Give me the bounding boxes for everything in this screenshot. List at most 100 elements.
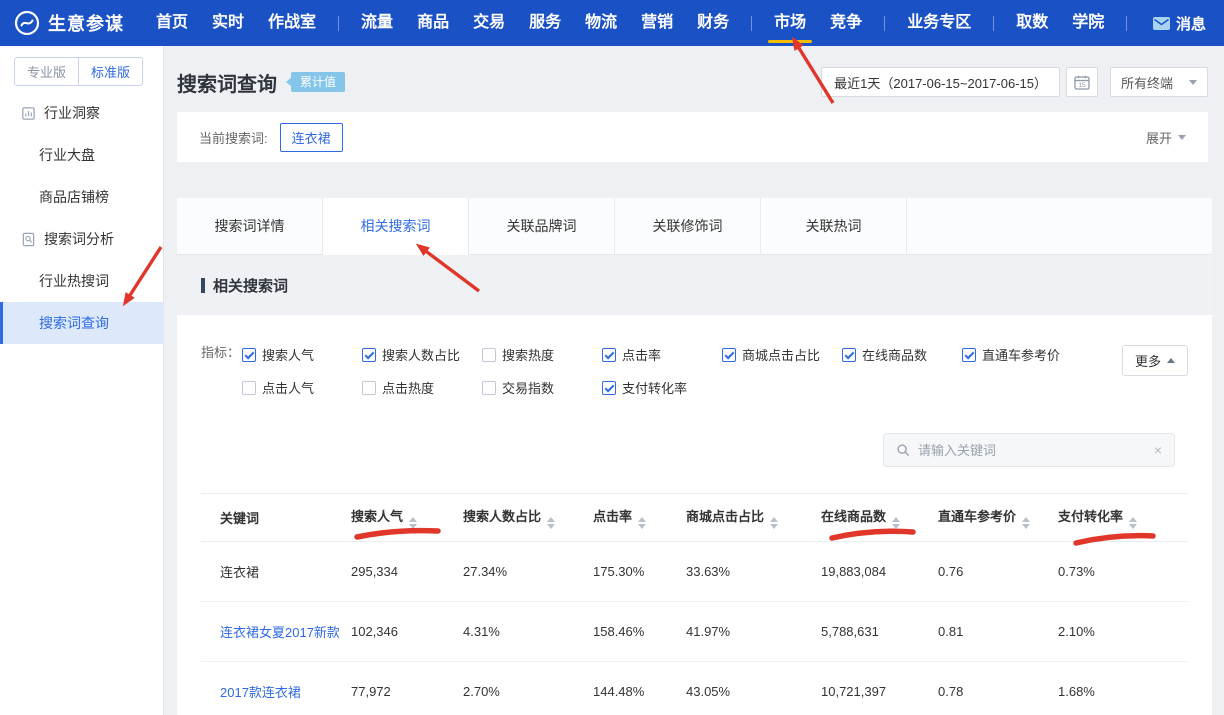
checkbox-checked-icon[interactable] — [962, 348, 976, 362]
col-search-popularity[interactable]: 搜索人气 — [351, 494, 463, 542]
table-search-row: × — [177, 397, 1212, 467]
sort-icon[interactable] — [409, 517, 417, 529]
nav-item-trade[interactable]: 交易 — [473, 0, 505, 46]
checkbox-unchecked-icon[interactable] — [482, 348, 496, 362]
sidebar-item-industry-hot-words[interactable]: 行业热搜词 — [0, 260, 163, 302]
tab-brand-words[interactable]: 关联品牌词 — [469, 198, 615, 255]
keyword-cell: 连衣裙 — [220, 565, 259, 580]
metric-mall-click-ratio[interactable]: 商城点击占比 — [722, 345, 842, 364]
nav-item-warroom[interactable]: 作战室 — [268, 0, 316, 46]
nav-item-product[interactable]: 商品 — [417, 0, 449, 46]
clear-search-icon[interactable]: × — [1154, 443, 1162, 457]
metrics-filter: 指标： 搜索人气 搜索人数占比 搜索热度 点击率 商城点击占比 在线商品数 直通… — [177, 315, 1212, 397]
nav-divider — [338, 16, 339, 31]
checkbox-checked-icon[interactable] — [362, 348, 376, 362]
value-cell: 175.30% — [593, 542, 686, 602]
col-mall-click-ratio[interactable]: 商城点击占比 — [686, 494, 821, 542]
nav-item-service[interactable]: 服务 — [529, 0, 561, 46]
metric-click-popularity[interactable]: 点击人气 — [242, 378, 362, 397]
value-cell: 77,972 — [351, 662, 463, 715]
col-searcher-ratio[interactable]: 搜索人数占比 — [463, 494, 593, 542]
keyword-link[interactable]: 2017款连衣裙 — [220, 685, 301, 700]
related-keywords-table: 关键词 搜索人气 搜索人数占比 点击率 商城点击占比 在线商品数 直通车参考价 … — [201, 493, 1188, 715]
metric-searcher-ratio[interactable]: 搜索人数占比 — [362, 345, 482, 364]
value-cell: 295,334 — [351, 542, 463, 602]
more-button[interactable]: 更多 — [1122, 345, 1188, 376]
sort-icon[interactable] — [1022, 517, 1030, 529]
value-cell: 10,721,397 — [821, 662, 938, 715]
value-cell: 41.97% — [686, 602, 821, 662]
brand-name: 生意参谋 — [48, 10, 124, 36]
nav-item-market[interactable]: 市场 — [774, 0, 806, 46]
value-cell: 27.34% — [463, 542, 593, 602]
keyword-search-box[interactable]: × — [883, 433, 1175, 467]
version-tab-pro[interactable]: 专业版 — [15, 58, 79, 85]
nav-item-data-fetch[interactable]: 取数 — [1016, 0, 1048, 46]
metrics-label: 指标： — [201, 345, 240, 361]
checkbox-unchecked-icon[interactable] — [242, 381, 256, 395]
nav-item-business-zone[interactable]: 业务专区 — [907, 0, 971, 46]
sidebar-item-label: 商品店铺榜 — [39, 187, 109, 207]
metric-click-rate[interactable]: 点击率 — [602, 345, 722, 364]
tab-modifier-words[interactable]: 关联修饰词 — [615, 198, 761, 255]
sort-icon[interactable] — [892, 517, 900, 529]
current-keyword-chip[interactable]: 连衣裙 — [280, 123, 343, 152]
nav-item-finance[interactable]: 财务 — [697, 0, 729, 46]
sort-icon[interactable] — [638, 517, 646, 529]
terminal-filter-value: 所有终端 — [1121, 73, 1173, 92]
metric-payment-conversion[interactable]: 支付转化率 — [602, 378, 722, 397]
sort-icon[interactable] — [547, 517, 555, 529]
table-header-row: 关键词 搜索人气 搜索人数占比 点击率 商城点击占比 在线商品数 直通车参考价 … — [201, 494, 1188, 542]
sidebar-item-industry-insight[interactable]: 行业洞察 — [0, 92, 163, 134]
nav-item-competition[interactable]: 竞争 — [830, 0, 862, 46]
nav-item-logistics[interactable]: 物流 — [585, 0, 617, 46]
version-switch: 专业版 标准版 — [14, 57, 143, 86]
nav-item-home[interactable]: 首页 — [156, 0, 188, 46]
tab-bar-filler — [907, 198, 1212, 255]
top-navbar: 生意参谋 首页 实时 作战室 流量 商品 交易 服务 物流 营销 财务 市场 竞… — [0, 0, 1224, 46]
version-tab-standard[interactable]: 标准版 — [79, 58, 142, 85]
search-input[interactable] — [918, 443, 1146, 458]
metric-click-heat[interactable]: 点击热度 — [362, 378, 482, 397]
sidebar-item-keyword-query[interactable]: 搜索词查询 — [0, 302, 163, 344]
sidebar-item-industry-board[interactable]: 行业大盘 — [0, 134, 163, 176]
checkbox-checked-icon[interactable] — [842, 348, 856, 362]
date-range-selector[interactable]: 最近1天（2017-06-15~2017-06-15） — [821, 67, 1060, 97]
nav-message[interactable]: 消息 — [1153, 13, 1206, 34]
keyword-link[interactable]: 连衣裙女夏2017新款 — [220, 625, 340, 640]
checkbox-unchecked-icon[interactable] — [482, 381, 496, 395]
metric-search-heat[interactable]: 搜索热度 — [482, 345, 602, 364]
app-logo[interactable]: 生意参谋 — [14, 10, 124, 36]
terminal-filter-select[interactable]: 所有终端 — [1110, 67, 1208, 97]
nav-item-traffic[interactable]: 流量 — [361, 0, 393, 46]
col-payment-conversion[interactable]: 支付转化率 — [1058, 494, 1188, 542]
checkbox-checked-icon[interactable] — [242, 348, 256, 362]
checkbox-checked-icon[interactable] — [722, 348, 736, 362]
sidebar-item-keyword-analysis[interactable]: 搜索词分析 — [0, 218, 163, 260]
sort-icon[interactable] — [770, 517, 778, 529]
nav-divider — [751, 16, 752, 31]
calendar-button[interactable]: 15 — [1066, 67, 1098, 97]
col-online-products[interactable]: 在线商品数 — [821, 494, 938, 542]
metric-trade-index[interactable]: 交易指数 — [482, 378, 602, 397]
expand-toggle[interactable]: 展开 — [1146, 128, 1186, 147]
sort-icon[interactable] — [1129, 517, 1137, 529]
sidebar-item-product-shop-rank[interactable]: 商品店铺榜 — [0, 176, 163, 218]
metric-search-popularity[interactable]: 搜索人气 — [242, 345, 362, 364]
nav-item-academy[interactable]: 学院 — [1072, 0, 1104, 46]
metric-ztc-price[interactable]: 直通车参考价 — [962, 345, 1082, 364]
tab-keyword-detail[interactable]: 搜索词详情 — [177, 198, 323, 255]
nav-item-realtime[interactable]: 实时 — [212, 0, 244, 46]
nav-item-marketing[interactable]: 营销 — [641, 0, 673, 46]
metric-online-products[interactable]: 在线商品数 — [842, 345, 962, 364]
sidebar-item-label: 搜索词分析 — [44, 229, 114, 249]
col-ztc-price[interactable]: 直通车参考价 — [938, 494, 1058, 542]
col-click-rate[interactable]: 点击率 — [593, 494, 686, 542]
keyword-analysis-icon — [21, 232, 36, 247]
checkbox-checked-icon[interactable] — [602, 348, 616, 362]
tab-hot-words[interactable]: 关联热词 — [761, 198, 907, 255]
checkbox-unchecked-icon[interactable] — [362, 381, 376, 395]
tab-related-keywords[interactable]: 相关搜索词 — [323, 198, 469, 255]
checkbox-checked-icon[interactable] — [602, 381, 616, 395]
main-content: 搜索词查询 累计值 最近1天（2017-06-15~2017-06-15） 15… — [165, 46, 1224, 715]
